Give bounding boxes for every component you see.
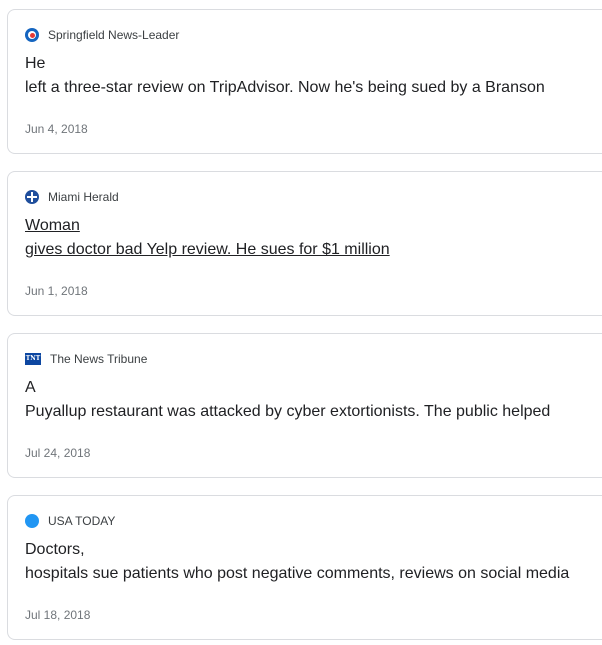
springfield-news-leader-logo-icon: [25, 28, 39, 42]
source-name: The News Tribune: [50, 352, 148, 366]
headline-line[interactable]: gives doctor bad Yelp review. He sues fo…: [25, 238, 602, 262]
news-source: TNT The News Tribune: [25, 351, 147, 367]
news-card[interactable]: Miami Herald Woman gives doctor bad Yelp…: [7, 171, 602, 316]
source-name: Miami Herald: [48, 190, 119, 204]
miami-herald-logo-icon: [25, 190, 39, 204]
publish-date: Jul 24, 2018: [25, 446, 91, 460]
publish-date: Jun 1, 2018: [25, 284, 88, 298]
news-article-list: Springfield News-Leader He left a three-…: [0, 0, 602, 645]
news-source: Springfield News-Leader: [25, 27, 179, 43]
news-tribune-logo-icon: TNT: [25, 353, 41, 365]
news-source: Miami Herald: [25, 189, 119, 205]
usa-today-logo-icon: [25, 514, 39, 528]
headline-line[interactable]: Puyallup restaurant was attacked by cybe…: [25, 400, 602, 424]
headline-line[interactable]: A: [25, 376, 602, 400]
news-card[interactable]: TNT The News Tribune A Puyallup restaura…: [7, 333, 602, 478]
publish-date: Jul 18, 2018: [25, 608, 91, 622]
headline-line[interactable]: He: [25, 52, 602, 76]
headline-link[interactable]: He left a three-star review on TripAdvis…: [25, 52, 602, 100]
publish-date: Jun 4, 2018: [25, 122, 88, 136]
news-source: USA TODAY: [25, 513, 115, 529]
headline-line[interactable]: Doctors,: [25, 538, 602, 562]
news-card[interactable]: USA TODAY Doctors, hospitals sue patient…: [7, 495, 602, 640]
headline-link[interactable]: A Puyallup restaurant was attacked by cy…: [25, 376, 602, 424]
headline-line[interactable]: left a three-star review on TripAdvisor.…: [25, 76, 602, 100]
headline-link[interactable]: Doctors, hospitals sue patients who post…: [25, 538, 602, 586]
headline-line[interactable]: Woman: [25, 214, 602, 238]
headline-line[interactable]: hospitals sue patients who post negative…: [25, 562, 602, 586]
headline-link[interactable]: Woman gives doctor bad Yelp review. He s…: [25, 214, 602, 262]
source-name: USA TODAY: [48, 514, 116, 528]
news-card[interactable]: Springfield News-Leader He left a three-…: [7, 9, 602, 154]
source-name: Springfield News-Leader: [48, 28, 180, 42]
